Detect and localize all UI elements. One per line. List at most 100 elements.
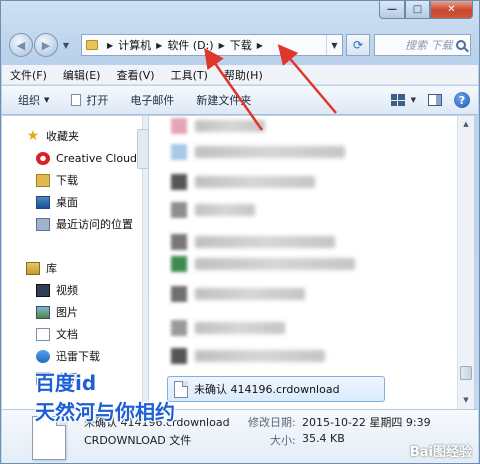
scrollbar-thumb[interactable]: [460, 366, 472, 380]
menu-view[interactable]: 查看(V): [116, 67, 154, 83]
folder-icon: [86, 40, 98, 50]
nav-videos[interactable]: 视频: [36, 280, 78, 300]
scroll-down-button[interactable]: ▼: [458, 392, 474, 408]
view-controls: ▼ ?: [390, 92, 478, 108]
file-icon: [171, 320, 187, 336]
breadcrumb-chevron-icon[interactable]: ▶: [107, 41, 113, 50]
list-item[interactable]: [171, 348, 325, 364]
nav-documents[interactable]: 文档: [36, 324, 78, 344]
search-placeholder: 搜索 下载: [405, 39, 453, 52]
blurred-filename: [195, 204, 255, 216]
watermark-corner: Bai图经验: [409, 445, 472, 460]
nav-favorites-label: 收藏夹: [46, 130, 79, 143]
email-button[interactable]: 电子邮件: [130, 92, 174, 108]
breadcrumb-downloads[interactable]: 下载: [230, 37, 252, 53]
star-icon: ★: [26, 128, 40, 144]
organize-button[interactable]: 组织 ▼: [18, 92, 49, 108]
details-size-value: 35.4 KB: [302, 432, 345, 445]
downloads-folder-icon: [36, 173, 50, 187]
details-file-type: CRDOWNLOAD 文件: [84, 434, 192, 447]
list-item[interactable]: [171, 234, 335, 250]
scroll-up-button[interactable]: ▲: [458, 116, 474, 132]
back-button[interactable]: ◀: [9, 33, 33, 57]
nav-creative-cloud[interactable]: Creative Cloud: [36, 148, 137, 168]
view-dropdown-icon[interactable]: ▼: [411, 96, 416, 104]
preview-pane-icon[interactable]: [428, 94, 442, 106]
back-arrow-icon: ◀: [16, 38, 26, 52]
organize-label: 组织: [18, 94, 40, 107]
nav-downloads[interactable]: 下载: [36, 170, 78, 190]
xunlei-icon: [36, 349, 50, 363]
nav-creative-cloud-label: Creative Cloud: [56, 151, 138, 165]
nav-desktop[interactable]: 桌面: [36, 192, 78, 212]
forward-arrow-icon: ▶: [41, 38, 51, 52]
list-item[interactable]: [171, 320, 285, 336]
list-item[interactable]: [171, 202, 255, 218]
chevron-down-icon: ▼: [44, 96, 50, 104]
list-item[interactable]: [171, 144, 345, 160]
creative-cloud-icon: [36, 151, 50, 165]
details-modified-value: 2015-10-22 星期四 9:39: [302, 416, 431, 429]
blurred-filename: [195, 236, 335, 248]
list-item[interactable]: [171, 174, 315, 190]
file-icon: [171, 256, 187, 272]
blurred-filename: [195, 288, 305, 300]
file-icon: [171, 286, 187, 302]
minimize-button[interactable]: —: [379, 1, 405, 19]
open-button[interactable]: 打开: [71, 92, 108, 108]
forward-button[interactable]: ▶: [34, 33, 58, 57]
recent-pages-dropdown[interactable]: ▼: [59, 41, 73, 50]
nav-documents-label: 文档: [56, 328, 78, 341]
menu-help[interactable]: 帮助(H): [224, 67, 263, 83]
selected-file-name: 未确认 414196.crdownload: [194, 383, 340, 396]
search-icon[interactable]: [456, 40, 466, 50]
nav-recent-label: 最近访问的位置: [56, 218, 133, 231]
breadcrumb-computer[interactable]: 计算机: [118, 37, 151, 53]
nav-pictures-label: 图片: [56, 306, 78, 319]
breadcrumb-chevron-icon[interactable]: ▶: [156, 41, 162, 50]
address-history-dropdown[interactable]: ▼: [326, 35, 342, 55]
help-icon[interactable]: ?: [454, 92, 470, 108]
refresh-button[interactable]: ⟳: [346, 34, 370, 56]
nav-downloads-label: 下载: [56, 174, 78, 187]
document-icon: [71, 94, 82, 106]
blurred-filename: [195, 350, 325, 362]
breadcrumb-chevron-icon[interactable]: ▶: [257, 41, 263, 50]
menu-file[interactable]: 文件(F): [10, 67, 47, 83]
list-item[interactable]: [171, 256, 355, 272]
nav-recent-places[interactable]: 最近访问的位置: [36, 214, 133, 234]
video-library-icon: [36, 283, 50, 297]
maximize-button[interactable]: □: [405, 1, 430, 19]
nav-videos-label: 视频: [56, 284, 78, 297]
list-item[interactable]: [171, 286, 305, 302]
file-icon: [171, 174, 187, 190]
address-bar[interactable]: ▶ 计算机 ▶ 软件 (D:) ▶ 下载 ▶ ▼: [81, 34, 343, 56]
selected-file-item[interactable]: 未确认 414196.crdownload: [167, 376, 385, 402]
list-item[interactable]: [171, 118, 265, 134]
new-folder-label: 新建文件夹: [196, 94, 252, 107]
blurred-filename: [195, 176, 315, 188]
new-folder-button[interactable]: 新建文件夹: [196, 92, 251, 108]
nav-pane-scrollbar-thumb[interactable]: [137, 129, 149, 169]
open-label: 打开: [86, 94, 109, 107]
details-size-label: 大小:: [270, 434, 296, 447]
nav-xunlei-label: 迅雷下载: [56, 350, 100, 363]
view-mode-icon[interactable]: [390, 94, 405, 106]
breadcrumb-drive-d[interactable]: 软件 (D:): [167, 37, 213, 53]
nav-pictures[interactable]: 图片: [36, 302, 78, 322]
file-icon: [171, 144, 187, 160]
caption-buttons: — □ ✕: [379, 1, 473, 19]
close-button[interactable]: ✕: [430, 1, 473, 19]
menu-edit[interactable]: 编辑(E): [63, 67, 101, 83]
menu-bar: 文件(F) 编辑(E) 查看(V) 工具(T) 帮助(H): [2, 65, 478, 85]
menu-tools[interactable]: 工具(T): [171, 67, 208, 83]
nav-libraries[interactable]: 库: [26, 258, 57, 278]
picture-library-icon: [36, 305, 50, 319]
nav-xunlei-downloads[interactable]: 迅雷下载: [36, 346, 100, 366]
file-icon: [171, 234, 187, 250]
file-list-scrollbar[interactable]: ▲ ▼: [457, 116, 474, 409]
nav-favorites[interactable]: ★ 收藏夹: [26, 126, 79, 146]
breadcrumb-chevron-icon[interactable]: ▶: [219, 41, 225, 50]
search-input[interactable]: 搜索 下载: [374, 34, 471, 56]
document-library-icon: [36, 327, 50, 341]
